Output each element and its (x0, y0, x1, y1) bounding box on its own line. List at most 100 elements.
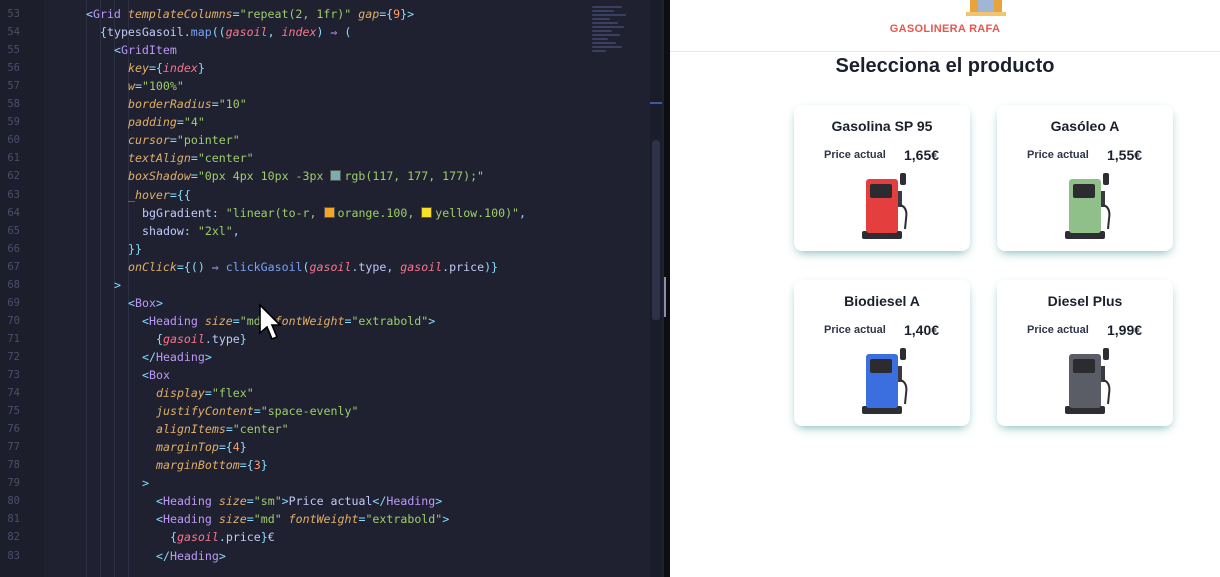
fuel-pump-icon (862, 348, 908, 414)
code-line[interactable]: 62 boxShadow="0px 4px 10px -3px rgb(117, … (0, 167, 668, 185)
line-number: 69 (7, 296, 20, 309)
code-line[interactable]: 65 shadow: "2xl", (0, 222, 668, 240)
line-number: 77 (7, 441, 20, 454)
price-value: 1,99€ (1107, 322, 1143, 338)
code-text: </Heading> (156, 548, 226, 563)
line-number: 81 (7, 513, 20, 526)
line-number: 55 (7, 44, 20, 57)
line-number: 82 (7, 531, 20, 544)
code-text: onClick={() ⇒ clickGasoil(gasoil.type, g… (128, 259, 499, 274)
gas-station-logo-icon (966, 0, 1006, 16)
price-label: Price actual (824, 324, 886, 336)
line-number: 78 (7, 459, 20, 472)
code-line[interactable]: 80 <Heading size="sm">Price actual</Headi… (0, 492, 668, 510)
fuel-pump-icon (1065, 173, 1111, 239)
code-text: w="100%" (128, 79, 184, 94)
code-line[interactable]: 63 _hover={{ (0, 186, 668, 204)
code-text: </Heading> (142, 349, 212, 364)
code-text: justifyContent="space-evenly" (156, 404, 359, 419)
price-label: Price actual (1027, 324, 1089, 336)
price-row: Price actual 1,55€ (997, 147, 1173, 165)
code-line[interactable]: 78 marginBottom={3} (0, 456, 668, 474)
code-line[interactable]: 79 > (0, 474, 668, 492)
code-line[interactable]: 75 justifyContent="space-evenly" (0, 402, 668, 420)
code-text: textAlign="center" (128, 151, 254, 166)
code-text: > (142, 476, 149, 491)
code-line[interactable]: 56 key={index} (0, 59, 668, 77)
line-number: 59 (7, 116, 20, 129)
line-number: 60 (7, 134, 20, 147)
code-line[interactable]: 83 </Heading> (0, 547, 668, 565)
line-number: 68 (7, 278, 20, 291)
code-line[interactable]: 55 <GridItem (0, 41, 668, 59)
product-card[interactable]: Gasóleo A Price actual 1,55€ (997, 105, 1173, 251)
code-line[interactable]: 74 display="flex" (0, 384, 668, 402)
product-card[interactable]: Diesel Plus Price actual 1,99€ (997, 280, 1173, 426)
price-value: 1,65€ (904, 147, 940, 163)
code-line[interactable]: 71 {gasoil.type} (0, 330, 668, 348)
minimap[interactable] (592, 4, 630, 80)
code-text: {typesGasoil.map((gasoil, index) ⇒ ( (100, 25, 352, 40)
code-line[interactable]: 60 cursor="pointer" (0, 131, 668, 149)
code-line[interactable]: 68 > (0, 276, 668, 294)
price-row: Price actual 1,40€ (794, 322, 970, 340)
code-text: <GridItem (114, 43, 177, 58)
code-text: <Heading size="md" fontWeight="extrabold… (156, 512, 450, 527)
line-number: 65 (7, 224, 20, 237)
code-text: padding="4" (128, 115, 205, 130)
code-line[interactable]: 70 <Heading size="md" fontWeight="extrabo… (0, 312, 668, 330)
line-number: 80 (7, 495, 20, 508)
line-number: 73 (7, 369, 20, 381)
page-title: Selecciona el producto (835, 55, 1055, 77)
code-editor[interactable]: 53 <Grid templateColumns="repeat(2, 1fr)"… (0, 0, 668, 577)
product-card[interactable]: Biodiesel A Price actual 1,40€ (794, 280, 970, 426)
split-handle[interactable] (664, 277, 666, 317)
price-label: Price actual (824, 149, 886, 161)
fuel-pump-icon (1065, 348, 1111, 414)
editor-scroll-thumb[interactable] (652, 140, 660, 320)
code-text: bgGradient: "linear(to-r, orange.100, ye… (142, 205, 527, 220)
price-row: Price actual 1,65€ (794, 147, 970, 165)
line-number: 58 (7, 98, 20, 111)
code-line[interactable]: 58 borderRadius="10" (0, 95, 668, 113)
code-line[interactable]: 73 <Box (0, 366, 668, 384)
code-text: boxShadow="0px 4px 10px -3px rgb(117, 17… (128, 169, 485, 184)
code-line[interactable]: 82 {gasoil.price}€ (0, 528, 668, 546)
code-line[interactable]: 53 <Grid templateColumns="repeat(2, 1fr)"… (0, 5, 668, 23)
code-text: <Box> (128, 295, 163, 310)
code-line[interactable]: 61 textAlign="center" (0, 149, 668, 167)
code-line[interactable]: 81 <Heading size="md" fontWeight="extrabo… (0, 510, 668, 528)
price-row: Price actual 1,99€ (997, 322, 1173, 340)
line-number: 56 (7, 62, 20, 75)
code-line[interactable]: 54 {typesGasoil.map((gasoil, index) ⇒ ( (0, 23, 668, 41)
code-text: marginBottom={3} (156, 458, 268, 473)
line-number: 74 (7, 387, 20, 400)
code-text: > (114, 277, 121, 292)
code-line[interactable]: 64 bgGradient: "linear(to-r, orange.100, … (0, 204, 668, 222)
code-text: }} (128, 241, 142, 256)
code-line[interactable]: 76 alignItems="center" (0, 420, 668, 438)
product-card[interactable]: Gasolina SP 95 Price actual 1,65€ (794, 105, 970, 251)
line-number: 57 (7, 80, 20, 93)
code-line[interactable]: 57 w="100%" (0, 77, 668, 95)
line-number: 71 (7, 332, 20, 345)
code-text: cursor="pointer" (128, 133, 240, 148)
code-text: _hover={{ (128, 187, 191, 202)
fuel-pump-icon (862, 173, 908, 239)
code-line[interactable]: 67 onClick={() ⇒ clickGasoil(gasoil.type,… (0, 258, 668, 276)
code-text: display="flex" (156, 386, 254, 401)
code-line[interactable]: 59 padding="4" (0, 113, 668, 131)
line-number: 53 (7, 8, 20, 20)
code-line[interactable]: 72 </Heading> (0, 348, 668, 366)
code-text: <Heading size="md" fontWeight="extrabold… (142, 313, 436, 328)
line-number: 61 (7, 152, 20, 165)
code-line[interactable]: 77 marginTop={4} (0, 438, 668, 456)
code-line[interactable]: 66}} (0, 240, 668, 258)
price-label: Price actual (1027, 149, 1089, 161)
product-name: Gasóleo A (1050, 118, 1120, 134)
code-line[interactable]: 69 <Box> (0, 294, 668, 312)
product-name: Diesel Plus (1047, 293, 1123, 309)
line-number: 66 (7, 242, 20, 255)
code-text: marginTop={4} (156, 440, 247, 455)
line-number: 62 (7, 170, 20, 183)
